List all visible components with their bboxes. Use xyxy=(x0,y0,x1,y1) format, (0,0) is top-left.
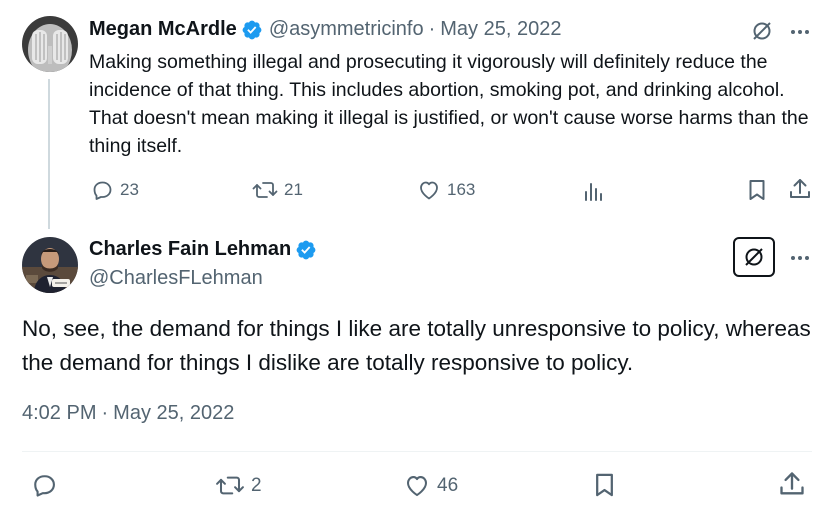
main-date[interactable]: May 25, 2022 xyxy=(113,402,234,425)
main-handle[interactable]: @CharlesFLehman xyxy=(89,267,263,290)
actions-divider xyxy=(22,451,812,452)
main-time[interactable]: 4:02 PM xyxy=(22,402,96,425)
parent-date[interactable]: May 25, 2022 xyxy=(440,18,561,41)
parent-bookmark-icon[interactable] xyxy=(745,178,769,202)
main-avatar[interactable] xyxy=(22,237,78,293)
retweet-icon xyxy=(252,178,278,202)
main-author-name[interactable]: Charles Fain Lehman xyxy=(89,238,291,261)
parent-date-separator: · xyxy=(428,18,436,40)
parent-header: Megan McArdle @asymmetricinfo · May 25, … xyxy=(89,18,561,41)
verified-badge-icon xyxy=(241,19,263,41)
main-date-separator: · xyxy=(101,402,109,424)
parent-reply-count: 23 xyxy=(120,180,139,199)
main-share-icon[interactable] xyxy=(778,470,806,498)
reply-icon xyxy=(30,471,58,499)
main-timestamp: 4:02 PM · May 25, 2022 xyxy=(22,402,234,425)
more-icon[interactable] xyxy=(788,246,812,270)
main-like-count: 46 xyxy=(437,474,459,496)
parent-like-button[interactable]: 163 xyxy=(417,178,475,202)
main-header: Charles Fain Lehman xyxy=(89,238,317,261)
like-icon xyxy=(403,472,431,499)
reply-icon xyxy=(90,178,114,202)
like-icon xyxy=(417,178,441,202)
grok-button[interactable] xyxy=(733,237,775,277)
grok-icon[interactable] xyxy=(750,19,774,43)
parent-retweet-count: 21 xyxy=(284,180,303,199)
verified-badge-icon xyxy=(295,239,317,261)
parent-share-icon[interactable] xyxy=(788,177,812,201)
parent-retweet-button[interactable]: 21 xyxy=(252,178,303,202)
main-retweet-button[interactable]: 2 xyxy=(215,472,262,499)
views-icon[interactable] xyxy=(581,179,605,203)
main-retweet-count: 2 xyxy=(251,474,262,496)
main-bookmark-icon[interactable] xyxy=(591,471,618,499)
thread-connector-line xyxy=(48,79,50,229)
main-like-button[interactable]: 46 xyxy=(403,472,458,499)
retweet-icon xyxy=(215,472,245,499)
parent-reply-button[interactable]: 23 xyxy=(90,178,139,202)
more-icon[interactable] xyxy=(788,20,812,44)
main-tweet-text: No, see, the demand for things I like ar… xyxy=(22,316,811,375)
grok-icon xyxy=(742,245,766,269)
parent-like-count: 163 xyxy=(447,180,476,199)
parent-tweet-text: Making something illegal and prosecuting… xyxy=(89,51,809,157)
parent-avatar[interactable] xyxy=(22,16,78,72)
main-reply-button[interactable] xyxy=(30,471,58,499)
parent-handle[interactable]: @asymmetricinfo xyxy=(269,18,424,41)
parent-author-name[interactable]: Megan McArdle xyxy=(89,18,237,41)
